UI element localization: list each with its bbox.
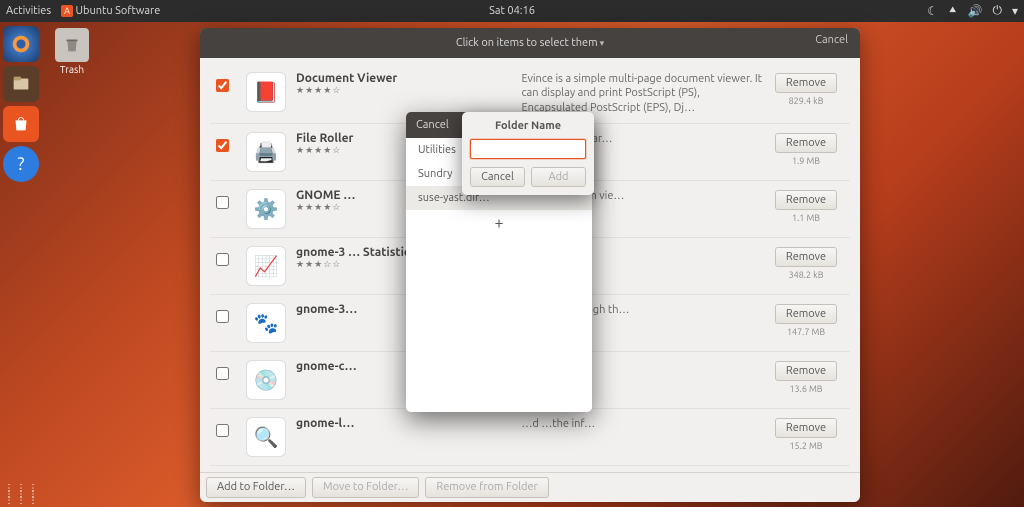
app-menu-label: Ubuntu Software [76, 5, 161, 17]
ubuntu-software-launcher[interactable] [3, 106, 39, 142]
remove-from-folder-button[interactable]: Remove from Folder [425, 477, 548, 498]
app-size: 1.1 MB [768, 213, 844, 223]
top-bar: Activities A Ubuntu Software Sat 04:16 ☾… [0, 0, 1024, 22]
app-icon: 📕 [246, 72, 286, 112]
show-applications-button[interactable]: ⋮⋮⋮⋮⋮⋮⋮⋮⋮ [4, 485, 40, 503]
remove-button[interactable]: Remove [775, 418, 837, 438]
remove-button[interactable]: Remove [775, 190, 837, 210]
window-header: Click on items to select them Cancel [200, 28, 860, 58]
app-name: Document Viewer [296, 72, 501, 85]
row-checkbox[interactable] [216, 367, 229, 380]
popover-add-button[interactable]: Add [531, 167, 586, 187]
files-launcher[interactable] [3, 66, 39, 102]
desktop-trash[interactable]: Trash [52, 28, 92, 75]
volume-icon[interactable]: 🔊 [968, 4, 983, 18]
activities-button[interactable]: Activities [6, 5, 51, 17]
shopping-bag-icon [10, 113, 32, 135]
app-size: 15.2 MB [768, 441, 844, 451]
header-cancel-button[interactable]: Cancel [815, 34, 848, 46]
help-launcher[interactable]: ? [3, 146, 39, 182]
row-checkbox[interactable] [216, 196, 229, 209]
app-description: …d …the inf… [521, 417, 768, 431]
row-checkbox[interactable] [216, 139, 229, 152]
app-row: 🔍 gnome-l… …d …the inf… Remove 15.2 MB [210, 409, 850, 466]
app-size: 13.6 MB [768, 384, 844, 394]
app-size: 829.4 kB [768, 96, 844, 106]
app-size: 348.2 kB [768, 270, 844, 280]
app-icon: 🖨️ [246, 132, 286, 172]
row-checkbox[interactable] [216, 424, 229, 437]
app-size: 1.9 MB [768, 156, 844, 166]
network-icon[interactable]: ⯅ [948, 4, 958, 18]
app-rating: ★★★★☆ [296, 85, 501, 96]
popover-cancel-button[interactable]: Cancel [470, 167, 525, 187]
clock[interactable]: Sat 04:16 [489, 5, 535, 17]
trash-icon [55, 28, 89, 62]
folder-name-input[interactable] [470, 139, 586, 159]
app-icon: 🐾 [246, 303, 286, 343]
power-icon[interactable]: ⏻ [992, 4, 1002, 18]
trash-label: Trash [60, 64, 84, 75]
dock: ? [0, 22, 42, 507]
folder-name-popover: Folder Name Cancel Add [462, 112, 594, 195]
remove-button[interactable]: Remove [775, 304, 837, 324]
ubuntu-software-icon: A [61, 5, 73, 17]
app-icon: 🔍 [246, 417, 286, 457]
app-size: 147.7 MB [768, 327, 844, 337]
row-checkbox[interactable] [216, 253, 229, 266]
remove-button[interactable]: Remove [775, 73, 837, 93]
app-name: gnome-l… [296, 417, 501, 430]
firefox-icon [10, 33, 32, 55]
app-icon: 📈 [246, 246, 286, 286]
row-checkbox[interactable] [216, 310, 229, 323]
firefox-launcher[interactable] [3, 26, 39, 62]
row-checkbox[interactable] [216, 79, 229, 92]
selection-hint[interactable]: Click on items to select them [456, 37, 604, 49]
app-icon: ⚙️ [246, 189, 286, 229]
remove-button[interactable]: Remove [775, 247, 837, 267]
remove-button[interactable]: Remove [775, 361, 837, 381]
remove-button[interactable]: Remove [775, 133, 837, 153]
app-description: Evince is a simple multi-page document v… [521, 72, 768, 115]
add-to-folder-button[interactable]: Add to Folder… [206, 477, 306, 498]
folder-dialog-cancel[interactable]: Cancel [416, 119, 449, 131]
popover-title: Folder Name [470, 120, 586, 132]
system-menu-chevron-icon[interactable]: ▾ [1012, 4, 1018, 18]
night-icon[interactable]: ☾ [927, 4, 938, 18]
bottom-toolbar: Add to Folder… Move to Folder… Remove fr… [200, 472, 860, 502]
move-to-folder-button[interactable]: Move to Folder… [312, 477, 419, 498]
folder-add-button[interactable]: + [406, 210, 592, 236]
app-menu[interactable]: A Ubuntu Software [61, 5, 160, 17]
files-icon [10, 73, 32, 95]
app-icon: 💿 [246, 360, 286, 400]
